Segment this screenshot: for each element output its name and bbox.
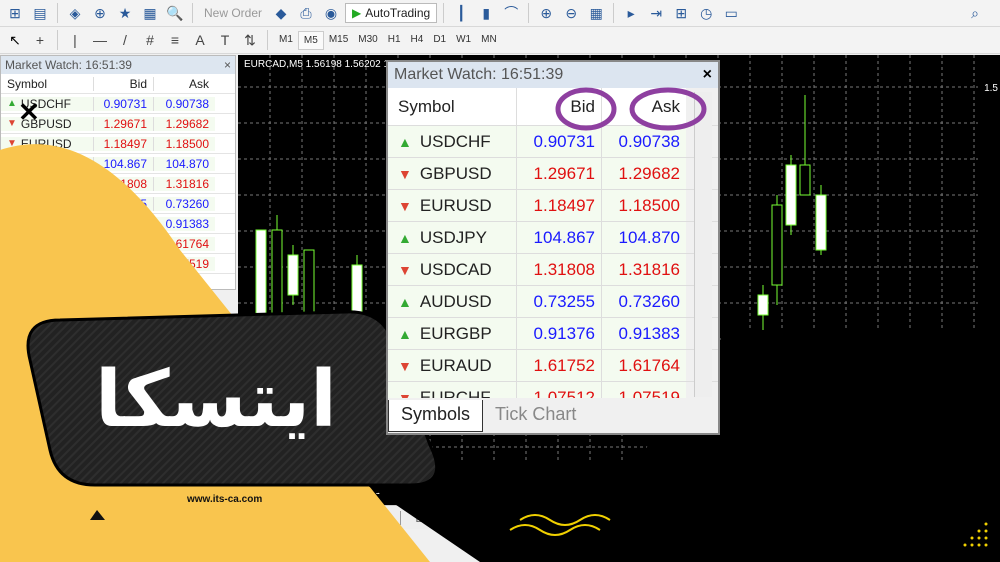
close-icon[interactable]: × [703,66,712,84]
bid: 1.07512 [516,382,601,398]
symbol: EURCHF [419,387,491,399]
table-row[interactable]: ▼ EURUSD 1.18497 1.18500 [388,190,718,222]
arrow-up-icon: ▲ [398,325,412,342]
bid: 0.91376 [516,318,601,349]
symbol: USDCAD [419,259,492,279]
ask: 104.870 [601,222,686,253]
tab-tick-chart[interactable]: Tick Chart [483,400,588,432]
ask: 0.73260 [601,286,686,317]
its-ca-logo: ایتسکا [95,355,337,445]
symbol: USDCHF [419,131,491,151]
arrow-down-icon: ▼ [398,165,412,182]
symbol: EURAUD [419,355,492,375]
arrow-up-icon: ▲ [398,293,412,310]
symbol: GBPUSD [419,163,492,183]
ask: 0.91383 [601,318,686,349]
arrow-down-icon: ▼ [398,197,412,214]
arrow-down-icon: ▼ [398,261,412,278]
symbol: EURGBP [419,323,492,343]
website-url: www.its-ca.com [187,494,263,505]
arrow-up-icon: ▲ [398,133,412,150]
arrow-up-icon: ▲ [398,229,412,246]
bid: 0.73255 [516,286,601,317]
bid: 104.867 [516,222,601,253]
ask: 1.18500 [601,190,686,221]
scrollbar[interactable] [694,92,712,397]
svg-text:✕: ✕ [18,97,40,127]
table-row[interactable]: ▲ EURGBP 0.913760.91383 [388,318,718,350]
table-row[interactable]: ▼ EURCHF 1.075121.07519 [388,382,718,398]
tab-symbols[interactable]: Symbols [388,400,484,432]
market-watch-title: Market Watch: 16:51:39 [394,66,564,83]
bid: 1.31808 [516,254,601,285]
table-row[interactable]: ▲ USDJPY 104.867104.870 [388,222,718,254]
symbol: USDJPY [419,227,487,247]
arrow-down-icon: ▼ [398,389,412,399]
highlight-circles [555,87,707,131]
symbol: EURUSD [419,195,492,215]
col-symbol[interactable]: Symbol [388,88,516,125]
table-row[interactable]: ▼ GBPUSD 1.29671 1.29682 [388,158,718,190]
market-watch-zoomed: Market Watch: 16:51:39 × Symbol Bid Ask ▲ US… [386,60,720,435]
bid: 1.29671 [516,158,601,189]
symbol: AUDUSD [419,291,492,311]
ask: 1.31816 [601,254,686,285]
ask: 1.61764 [601,350,686,381]
table-row[interactable]: ▼ USDCAD 1.318081.31816 [388,254,718,286]
arrow-down-icon: ▼ [398,357,412,374]
ask: 1.07519 [601,382,686,398]
table-row[interactable]: ▼ EURAUD 1.617521.61764 [388,350,718,382]
ask: 1.29682 [601,158,686,189]
bid: 1.18497 [516,190,601,221]
table-row[interactable]: ▲ AUDUSD 0.732550.73260 [388,286,718,318]
bid: 1.61752 [516,350,601,381]
